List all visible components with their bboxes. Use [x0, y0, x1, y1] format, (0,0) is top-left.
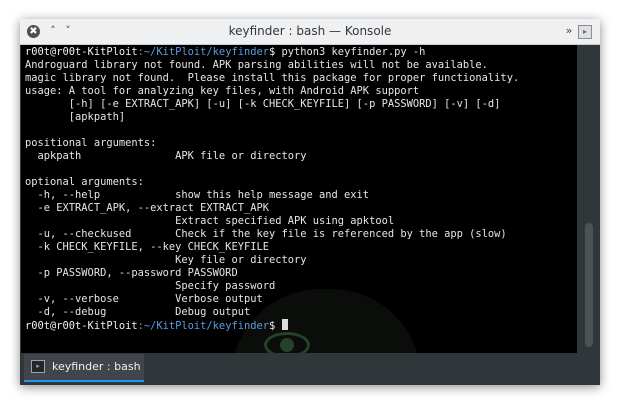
keep-above-icon[interactable]: »	[562, 23, 576, 39]
scrollbar-thumb[interactable]	[585, 223, 593, 347]
output-line: -k CHECK_KEYFILE, --key CHECK_KEYFILE	[25, 241, 269, 253]
minimize-icon[interactable]: ˄	[46, 23, 60, 39]
prompt-line: r00t@r00t-KitPloit:~/KitPloit/keyfinder$	[25, 319, 519, 332]
output-line: -e EXTRACT_APK, --extract EXTRACT_APK	[25, 202, 269, 214]
tab-label: keyfinder : bash	[52, 360, 141, 373]
output-line: magic library not found. Please install …	[25, 72, 520, 84]
prompt-user: r00t@r00t-KitPloit	[25, 320, 138, 332]
prompt-path: :~/KitPloit/keyfinder	[137, 320, 269, 332]
prompt-path: :~/KitPloit/keyfinder	[137, 46, 269, 58]
output-line: apkpath APK file or directory	[25, 150, 307, 162]
tab-bar: ▸ keyfinder : bash	[20, 353, 600, 385]
output-line: Specify password	[25, 280, 276, 292]
konsole-window: ✖ ˄ ˅ keyfinder : bash — Konsole » ▸ r00…	[20, 19, 600, 385]
output-line: -v, --verbose Verbose output	[25, 293, 263, 305]
output-line: [-h] [-e EXTRACT_APK] [-u] [-k CHECK_KEY…	[25, 98, 501, 110]
text-cursor	[281, 319, 288, 330]
scrollbar[interactable]	[578, 45, 600, 353]
title-bar[interactable]: ✖ ˄ ˅ keyfinder : bash — Konsole » ▸	[20, 19, 600, 45]
output-line: -p PASSWORD, --password PASSWORD	[25, 267, 238, 279]
terminal-output[interactable]: r00t@r00t-KitPloit:~/KitPloit/keyfinder$…	[21, 45, 577, 353]
close-icon[interactable]: ✖	[27, 25, 40, 38]
terminal-icon: ▸	[31, 360, 45, 373]
output-line: -h, --help show this help message and ex…	[25, 189, 370, 201]
tab-keyfinder-bash[interactable]: ▸ keyfinder : bash	[24, 354, 144, 382]
output-line: [apkpath]	[25, 111, 126, 123]
window-title: keyfinder : bash — Konsole	[228, 24, 392, 38]
output-line: optional arguments:	[25, 176, 144, 188]
output-line: -d, --debug Debug output	[25, 306, 251, 318]
prompt-line: r00t@r00t-KitPloit:~/KitPloit/keyfinder$…	[25, 46, 519, 59]
output-line: positional arguments:	[25, 137, 157, 149]
output-line: -u, --checkused Check if the key file is…	[25, 228, 507, 240]
terminal-lines: r00t@r00t-KitPloit:~/KitPloit/keyfinder$…	[25, 46, 519, 332]
output-line: Androguard library not found. APK parsin…	[25, 59, 488, 71]
prompt-user: r00t@r00t-KitPloit	[25, 46, 138, 58]
maximize-icon[interactable]: ˅	[61, 23, 75, 39]
output-line: Key file or directory	[25, 254, 307, 266]
watermark-eye-icon	[264, 332, 310, 353]
output-line: usage: A tool for analyzing key files, w…	[25, 85, 420, 97]
window-menu-icon[interactable]: ▸	[578, 25, 592, 39]
command-text: python3 keyfinder.py -h	[275, 46, 426, 58]
output-line: Extract specified APK using apktool	[25, 215, 395, 227]
